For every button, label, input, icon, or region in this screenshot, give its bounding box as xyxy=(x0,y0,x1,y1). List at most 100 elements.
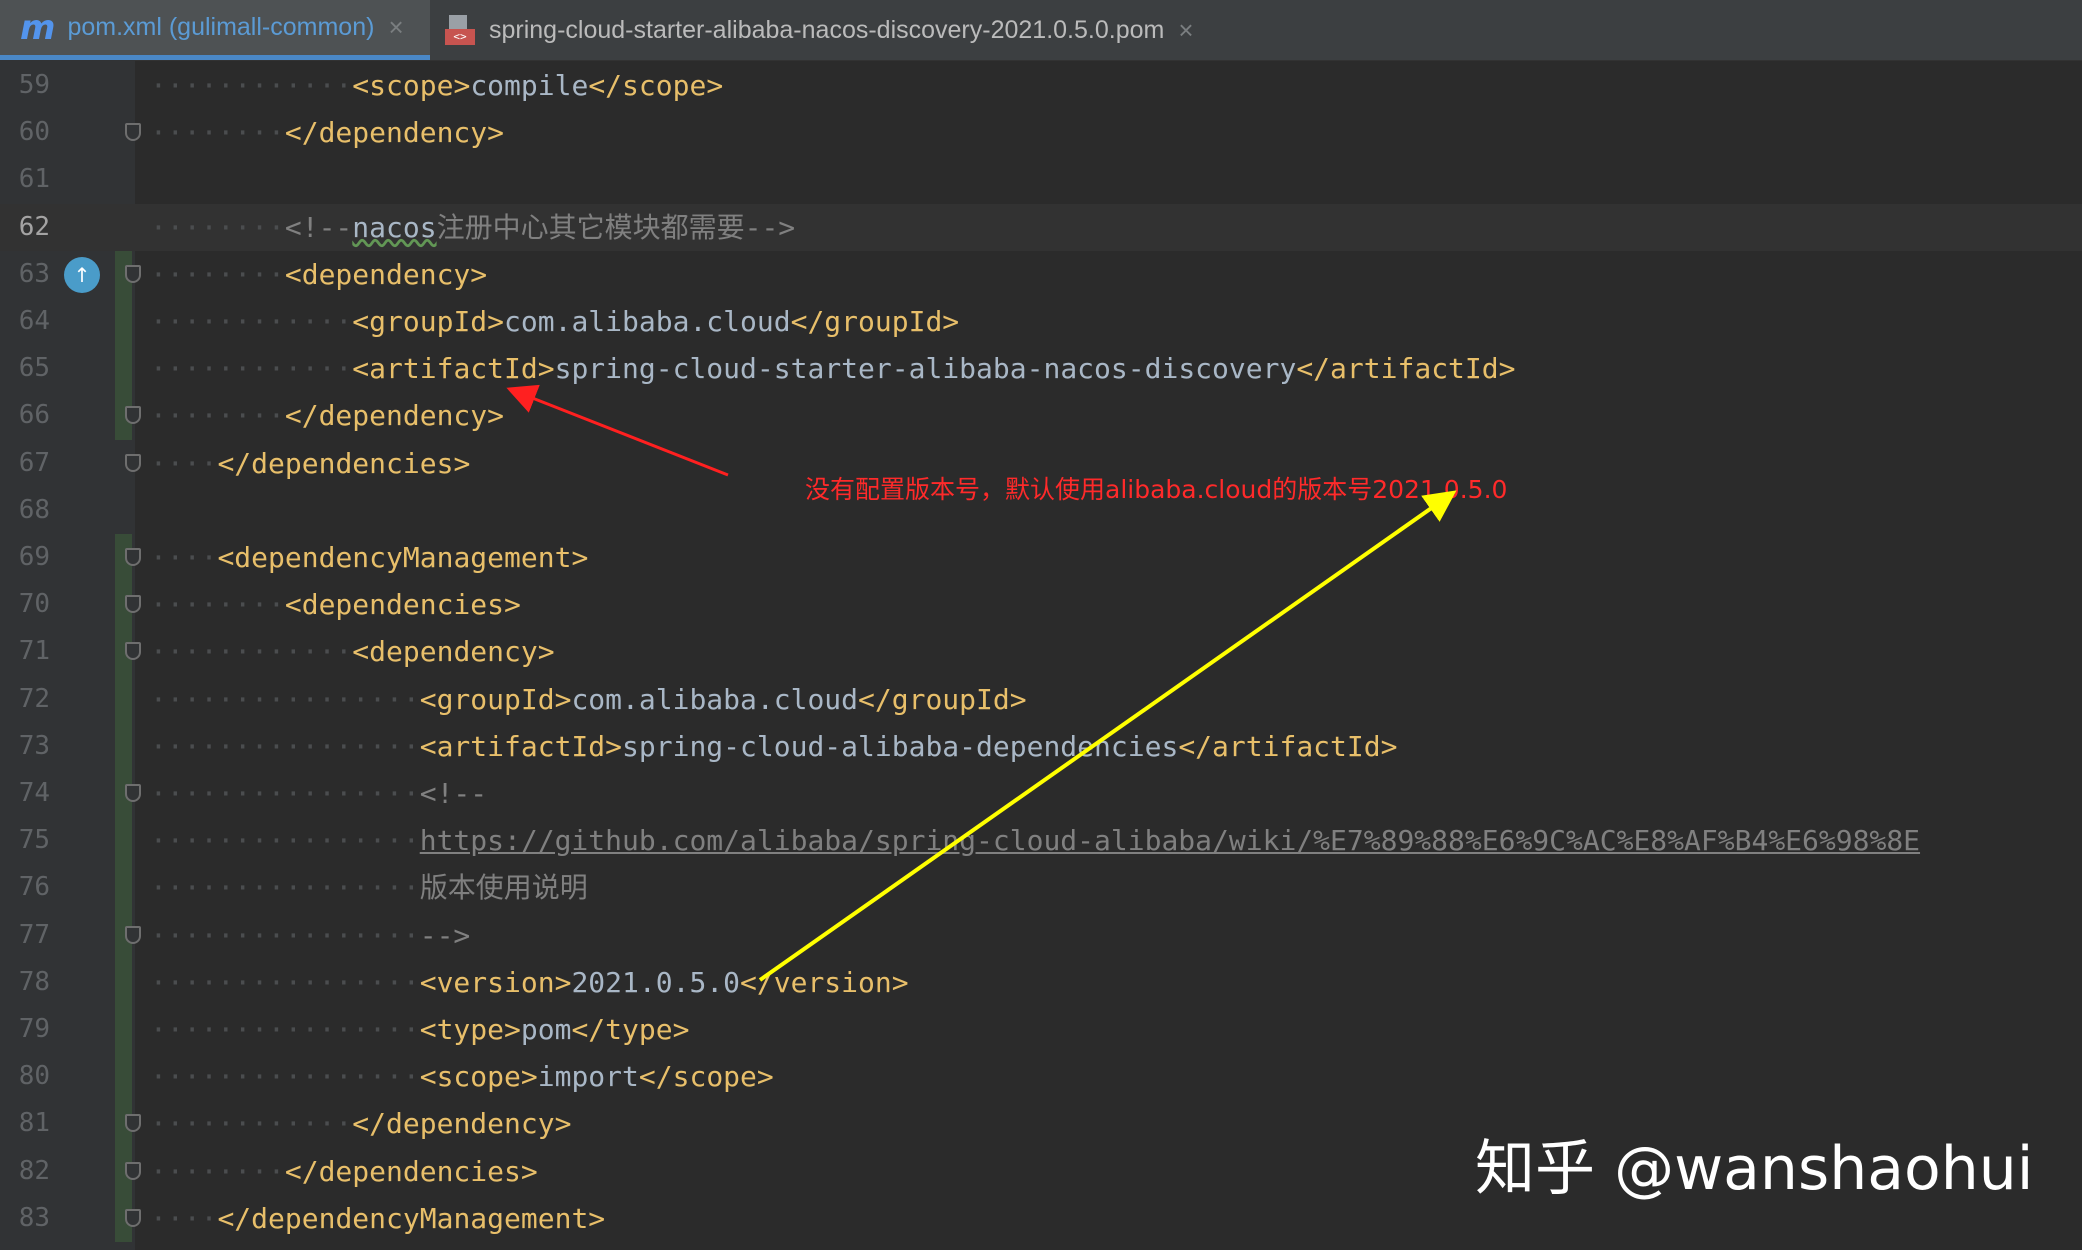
close-icon[interactable]: × xyxy=(388,12,403,43)
xml-comment: <!-- xyxy=(419,777,488,810)
code-line[interactable]: 74 ················<!-- xyxy=(0,770,2082,817)
line-number: 74 xyxy=(18,778,50,808)
xml-tag: </groupId> xyxy=(858,682,1027,716)
code-line[interactable]: 65 ············<artifactId>spring-cloud-s… xyxy=(0,345,2082,392)
code-text: ············<groupId>com.alibaba.cloud</… xyxy=(150,298,959,345)
line-number: 65 xyxy=(18,353,50,384)
line-number: 61 xyxy=(18,164,50,195)
xml-tag: </type> xyxy=(571,1013,690,1046)
code-line[interactable]: 63 ↑ ········<dependency> xyxy=(0,251,2082,298)
red-annotation-note: 没有配置版本号，默认使用alibaba.cloud的版本号2021.0.5.0 xyxy=(805,475,1508,504)
fold-marker-icon[interactable] xyxy=(125,1208,141,1227)
line-number: 81 xyxy=(18,1108,50,1139)
whitespace-dots: ············ xyxy=(150,69,353,102)
xml-tag: <version> xyxy=(419,965,572,999)
line-number: 71 xyxy=(18,636,50,667)
fold-marker-icon[interactable] xyxy=(125,925,141,944)
fold-marker-icon[interactable] xyxy=(125,1161,141,1180)
xml-text: spring-cloud-alibaba-dependencies xyxy=(622,729,1179,763)
fold-marker-icon[interactable] xyxy=(125,406,141,425)
code-line[interactable]: 75 ················https://github.com/ali… xyxy=(0,817,2082,864)
line-number: 77 xyxy=(18,919,50,950)
whitespace-dots: ················ xyxy=(150,729,420,763)
xml-text: com.alibaba.cloud xyxy=(504,305,791,338)
code-line[interactable]: 61 xyxy=(0,156,2082,203)
xml-tag: </dependencyManagement> xyxy=(217,1201,606,1235)
close-icon[interactable]: × xyxy=(1178,15,1193,46)
code-text: ············<scope>compile</scope> xyxy=(150,62,723,109)
code-line[interactable]: 59 ············<scope>compile</scope> xyxy=(0,62,2082,109)
code-line[interactable]: 60 ········</dependency> xyxy=(0,109,2082,156)
code-text: ····</dependencies> xyxy=(150,440,470,487)
xml-tag: </dependencies> xyxy=(217,446,471,480)
code-line[interactable]: 66 ········</dependency> xyxy=(0,392,2082,439)
fold-marker-icon[interactable] xyxy=(125,784,141,802)
code-line[interactable]: 72 ················<groupId>com.alibaba.c… xyxy=(0,676,2082,723)
code-text: ················<!-- xyxy=(150,770,487,817)
fold-marker-icon[interactable] xyxy=(125,123,141,142)
maven-m-icon: m xyxy=(20,7,56,48)
code-text: ········</dependencies> xyxy=(150,1148,538,1195)
xml-tag: </scope> xyxy=(638,1060,774,1094)
whitespace-dots: ···· xyxy=(150,446,218,480)
code-line[interactable]: 80 ················<scope>import</scope> xyxy=(0,1053,2082,1100)
override-gutter-icon[interactable]: ↑ xyxy=(64,256,100,293)
line-number: 68 xyxy=(18,494,50,525)
code-line[interactable]: 78 ················<version>2021.0.5.0</v… xyxy=(0,959,2082,1006)
xml-tag: </groupId> xyxy=(790,305,960,338)
code-line[interactable]: 69 ····<dependencyManagement> xyxy=(0,534,2082,581)
xml-tag: <scope> xyxy=(352,69,471,102)
code-text: ················版本使用说明 xyxy=(150,864,588,911)
line-number: 62 xyxy=(18,211,50,242)
code-line[interactable]: 76 ················版本使用说明 xyxy=(0,864,2082,911)
fold-marker-icon[interactable] xyxy=(125,595,141,614)
fold-marker-icon[interactable] xyxy=(125,453,141,472)
code-line[interactable]: 62 ········<!--nacos注册中心其它模块都需要--> xyxy=(0,203,2082,251)
code-text: ················--> xyxy=(150,912,470,959)
line-number: 83 xyxy=(18,1202,50,1233)
whitespace-dots: ········ xyxy=(150,399,285,433)
whitespace-dots: ············ xyxy=(150,352,353,386)
code-editor[interactable]: 59 ············<scope>compile</scope> 60 ··… xyxy=(0,60,2082,1250)
whitespace-dots: ········ xyxy=(150,257,285,291)
tab-pom-gulimall-common[interactable]: m pom.xml (gulimall-common) × xyxy=(0,0,430,60)
xml-comment: --> xyxy=(419,918,471,952)
fold-marker-icon[interactable] xyxy=(125,1114,141,1133)
xml-text: pom xyxy=(520,1013,572,1046)
xml-tag: </dependency> xyxy=(284,399,505,433)
code-text: ········<dependency> xyxy=(150,251,487,298)
line-number: 82 xyxy=(18,1155,50,1186)
xml-text: com.alibaba.cloud xyxy=(571,682,859,716)
code-line[interactable]: 64 ············<groupId>com.alibaba.cloud… xyxy=(0,298,2082,345)
code-line[interactable]: 77 ················--> xyxy=(0,912,2082,959)
code-line[interactable]: 71 ············<dependency> xyxy=(0,628,2082,675)
code-text: ················<version>2021.0.5.0</ver… xyxy=(150,959,909,1006)
code-text: ········<dependencies> xyxy=(150,581,521,628)
line-number: 78 xyxy=(18,966,50,997)
code-text: ················<scope>import</scope> xyxy=(150,1053,774,1100)
xml-comment: 注册中心其它模块都需要--> xyxy=(436,210,796,244)
tab-nacos-discovery-pom[interactable]: <> spring-cloud-starter-alibaba-nacos-di… xyxy=(433,0,1228,60)
fold-marker-icon[interactable] xyxy=(125,548,141,566)
code-line[interactable]: 73 ················<artifactId>spring-clo… xyxy=(0,723,2082,770)
whitespace-dots: ········ xyxy=(150,116,285,150)
whitespace-dots: ···· xyxy=(150,541,218,574)
line-number: 66 xyxy=(18,400,50,431)
code-text: ············</dependency> xyxy=(150,1100,571,1147)
xml-tag: </artifactId> xyxy=(1296,352,1516,386)
code-line[interactable]: 79 ················<type>pom</type> xyxy=(0,1006,2082,1053)
xml-text: 2021.0.5.0 xyxy=(571,965,741,999)
fold-marker-icon[interactable] xyxy=(125,642,141,661)
line-number: 64 xyxy=(18,306,50,336)
whitespace-dots: ············ xyxy=(150,1107,353,1141)
line-number: 60 xyxy=(18,117,50,148)
xml-tag: <dependency> xyxy=(352,635,555,669)
fold-marker-icon[interactable] xyxy=(125,264,141,283)
code-line[interactable]: 70 ········<dependencies> xyxy=(0,581,2082,628)
pom-file-icon: <> xyxy=(445,15,475,45)
xml-comment: <!-- xyxy=(284,210,353,244)
comment-link[interactable]: https://github.com/alibaba/spring-cloud-… xyxy=(420,824,1920,857)
whitespace-dots: ········ xyxy=(150,1154,285,1188)
line-number: 70 xyxy=(18,589,50,620)
xml-tag: </version> xyxy=(740,965,909,999)
